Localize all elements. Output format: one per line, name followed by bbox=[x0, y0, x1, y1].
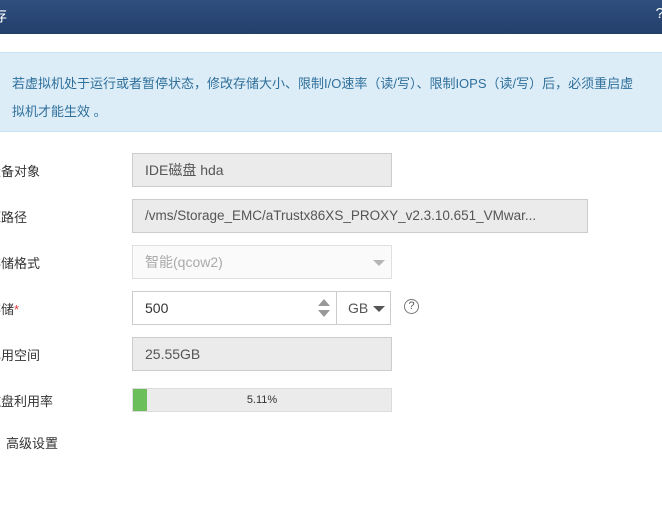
storage-size-input[interactable]: 500 bbox=[132, 291, 337, 325]
decrement-icon[interactable] bbox=[318, 310, 330, 317]
device-object-field: IDE磁盘 hda bbox=[132, 153, 392, 187]
storage-label: 存储* bbox=[0, 302, 20, 317]
disk-usage-progress: 5.11% bbox=[132, 388, 392, 412]
notice-banner: 若虚拟机处于运行或者暂停状态，修改存储大小、限制I/O速率（读/写）、限制IOP… bbox=[0, 52, 662, 132]
dialog-title-bar: 存 ? bbox=[0, 0, 662, 34]
advanced-settings-toggle[interactable]: 高级设置 bbox=[6, 433, 58, 452]
storage-format-label: 存储格式 bbox=[0, 256, 41, 271]
title-text: 存 bbox=[0, 5, 7, 26]
notice-text: 若虚拟机处于运行或者暂停状态，修改存储大小、限制I/O速率（读/写）、限制IOP… bbox=[12, 76, 634, 119]
used-space-label: 已用空间 bbox=[0, 348, 41, 363]
storage-format-select[interactable]: 智能(qcow2) bbox=[132, 245, 392, 279]
progress-text: 5.11% bbox=[246, 394, 278, 406]
source-path-field: /vms/Storage_EMC/aTrustx86XS_PROXY_v2.3.… bbox=[132, 199, 588, 233]
dialog-body-top bbox=[0, 34, 662, 52]
chevron-down-icon bbox=[373, 260, 385, 266]
question-icon[interactable]: ? bbox=[404, 299, 419, 314]
required-mark: * bbox=[14, 302, 20, 317]
disk-usage-label: 磁盘利用率 bbox=[0, 394, 54, 409]
used-space-field: 25.55GB bbox=[132, 337, 392, 371]
storage-unit-select[interactable]: GB bbox=[336, 291, 391, 325]
device-object-label: 设备对象 bbox=[0, 164, 41, 179]
chevron-down-icon bbox=[373, 306, 385, 312]
help-glyph[interactable]: ? bbox=[656, 5, 662, 22]
increment-icon[interactable] bbox=[318, 299, 330, 306]
source-path-label: 源路径 bbox=[0, 210, 28, 225]
